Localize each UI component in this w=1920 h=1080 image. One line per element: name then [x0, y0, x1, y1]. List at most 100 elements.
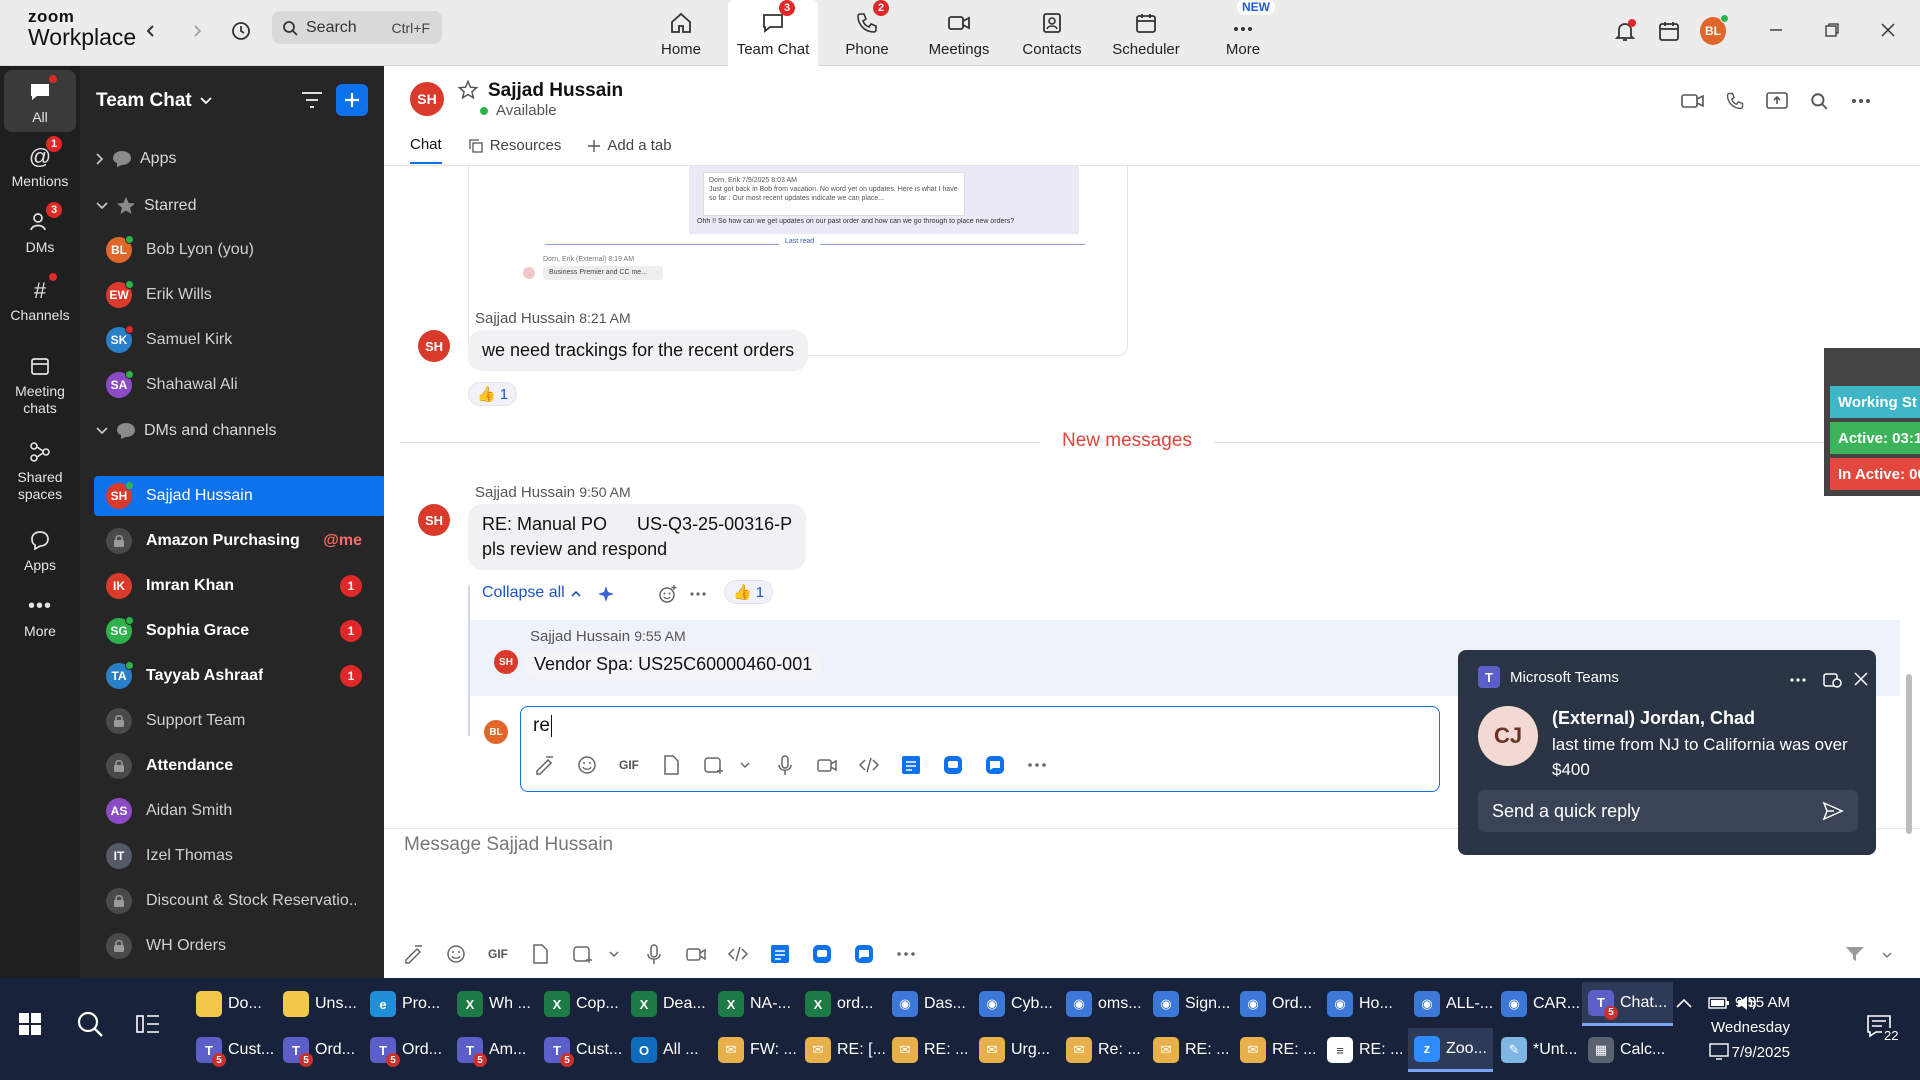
sidebar-item-dm[interactable]: AFAndrew Fuller [94, 971, 384, 978]
search-in-chat-icon[interactable] [1806, 88, 1832, 114]
taskbar-app[interactable]: X NA-... [712, 982, 797, 1026]
rail-shared-spaces[interactable]: Shared spaces [4, 438, 76, 503]
app-message-icon[interactable] [983, 753, 1007, 777]
taskbar-app[interactable]: ◉ Das... [886, 982, 972, 1026]
reply-text[interactable]: Vendor Spa: US25C60000460-001 [524, 650, 823, 679]
taskbar-app[interactable]: T 5 Cust... [190, 1028, 280, 1072]
teams-notification-toast[interactable]: T Microsoft Teams CJ (External) Jordan, … [1458, 650, 1876, 855]
taskbar-app[interactable]: T 5 Ord... [277, 1028, 361, 1072]
toast-more-icon[interactable] [1790, 678, 1806, 682]
windows-start-icon[interactable] [18, 1012, 42, 1036]
sidebar-item-dm[interactable]: WH Orders [94, 926, 384, 966]
app-chat-icon[interactable] [941, 753, 965, 777]
taskbar-app[interactable]: ✉ FW: ... [712, 1028, 803, 1072]
tab-resources[interactable]: Resources [468, 136, 561, 164]
gif-icon[interactable]: GIF [486, 942, 510, 966]
history-clock-icon[interactable] [228, 18, 254, 44]
toast-close-icon[interactable] [1854, 672, 1868, 686]
taskbar-app[interactable]: ◉ Sign... [1147, 982, 1236, 1026]
tab-add[interactable]: Add a tab [587, 136, 672, 164]
app-message-icon[interactable] [852, 942, 876, 966]
video-message-icon[interactable] [815, 753, 839, 777]
calendar-status-icon[interactable] [1656, 18, 1682, 44]
sidebar-item-dm[interactable]: IT Izel Thomas [94, 836, 384, 876]
sidebar-item-dm[interactable]: Discount & Stock Reservatio... [94, 881, 384, 921]
sidebar-item-dm[interactable]: TA Tayyab Ashraaf 1 [94, 656, 384, 696]
taskbar-app[interactable]: z Zoo... [1408, 1028, 1493, 1072]
code-snippet-icon[interactable] [857, 753, 881, 777]
taskbar-app[interactable]: O All ... [625, 1028, 705, 1072]
add-reaction-icon[interactable] [658, 584, 678, 604]
dropdown-chevron-icon[interactable] [602, 942, 626, 966]
taskbar-app[interactable]: T 5 Am... [451, 1028, 532, 1072]
sidebar-item-shahawal-ali[interactable]: SA Shahawal Ali [94, 365, 384, 405]
sidebar-item-dm[interactable]: Attendance [94, 746, 384, 786]
more-tools-icon[interactable] [894, 942, 918, 966]
gif-icon[interactable]: GIF [617, 753, 641, 777]
taskbar-app[interactable]: ◉ ALL-... [1408, 982, 1499, 1026]
task-view-icon[interactable] [136, 1012, 160, 1036]
ai-sparkle-icon[interactable] [596, 584, 616, 604]
system-clock[interactable]: 9:55 AM Wednesday 7/9/2025 [1680, 990, 1790, 1065]
taskbar-app[interactable]: ✉ RE: ... [1147, 1028, 1235, 1072]
taskbar-app[interactable]: ▦ Calc... [1582, 1028, 1671, 1072]
sidebar-item-dm[interactable]: AS Aidan Smith [94, 791, 384, 831]
taskbar-app[interactable]: X Wh ... [451, 982, 537, 1026]
dropdown-chevron-icon[interactable] [733, 753, 757, 777]
sidebar-item-bob-lyon[interactable]: BL Bob Lyon (you) [94, 230, 384, 270]
code-snippet-icon[interactable] [726, 942, 750, 966]
chat-header-name[interactable]: Sajjad Hussain [488, 80, 623, 102]
minimize-icon[interactable] [1764, 18, 1788, 42]
rail-meeting-chats[interactable]: Meeting chats [4, 352, 76, 417]
share-screen-icon[interactable] [1764, 88, 1790, 114]
search-bar[interactable]: Search Ctrl+F [272, 11, 442, 44]
filter-icon[interactable] [296, 84, 328, 116]
screenshot-icon[interactable] [570, 942, 594, 966]
tab-chat[interactable]: Chat [410, 136, 442, 164]
message-input[interactable]: Message Sajjad Hussain [404, 834, 613, 856]
format-pen-icon[interactable] [402, 942, 426, 966]
close-window-icon[interactable] [1876, 18, 1900, 42]
scrollbar[interactable] [1906, 674, 1912, 834]
taskbar-app[interactable]: ◉ Ord... [1234, 982, 1318, 1026]
message-more-icon[interactable] [690, 592, 706, 596]
section-starred[interactable]: Starred [96, 196, 196, 216]
video-message-icon[interactable] [684, 942, 708, 966]
emoji-icon[interactable] [575, 753, 599, 777]
section-apps[interactable]: Apps [96, 150, 176, 168]
microphone-icon[interactable] [773, 753, 797, 777]
rail-more[interactable]: ••• More [4, 592, 76, 640]
section-dms-channels[interactable]: DMs and channels [96, 422, 277, 440]
taskbar-app[interactable]: ◉ Ho... [1321, 982, 1399, 1026]
more-tools-icon[interactable] [1025, 753, 1049, 777]
taskbar-app[interactable]: X Dea... [625, 982, 712, 1026]
taskbar-app[interactable]: T 5 Chat... [1582, 982, 1674, 1026]
send-arrow-icon[interactable] [1822, 801, 1844, 821]
taskbar-app[interactable]: Xord... [799, 982, 879, 1026]
sidebar-item-dm[interactable]: Amazon Purchasing @me [94, 521, 384, 561]
taskbar-app[interactable]: ✉ RE: ... [886, 1028, 974, 1072]
taskbar-app[interactable]: Do... [190, 982, 268, 1026]
notification-bell-icon[interactable] [1612, 18, 1638, 44]
taskbar-app[interactable]: T 5 Cust... [538, 1028, 628, 1072]
screenshot-icon[interactable] [701, 753, 725, 777]
message-bubble[interactable]: we need trackings for the recent orders [468, 330, 809, 371]
sidebar-item-dm[interactable]: Support Team [94, 701, 384, 741]
notification-center[interactable]: 22 [1866, 1014, 1901, 1043]
sidebar-item-samuel-kirk[interactable]: SK Samuel Kirk [94, 320, 384, 360]
taskbar-app[interactable]: ✉ Urg... [973, 1028, 1056, 1072]
taskbar-app[interactable]: ◉ oms... [1060, 982, 1148, 1026]
back-arrow-icon[interactable] [138, 18, 164, 44]
attached-screenshot-preview[interactable]: Dorn, Erik 7/9/2025 8:03 AM Just got bac… [468, 166, 1128, 356]
toast-settings-icon[interactable] [1822, 670, 1842, 690]
taskbar-app[interactable]: ✎ *Unt... [1495, 1028, 1583, 1072]
nav-home[interactable]: Home [648, 0, 714, 66]
app-chat-icon[interactable] [810, 942, 834, 966]
taskbar-app[interactable]: ◉ CAR... [1495, 982, 1586, 1026]
new-chat-plus-icon[interactable] [336, 84, 368, 116]
taskbar-app[interactable]: X Cop... [538, 982, 625, 1026]
thread-reply-composer[interactable]: re GIF [520, 706, 1440, 792]
file-icon[interactable] [528, 942, 552, 966]
collapse-all-button[interactable]: Collapse all [482, 584, 581, 602]
thread-reply-input[interactable]: re [533, 715, 552, 737]
